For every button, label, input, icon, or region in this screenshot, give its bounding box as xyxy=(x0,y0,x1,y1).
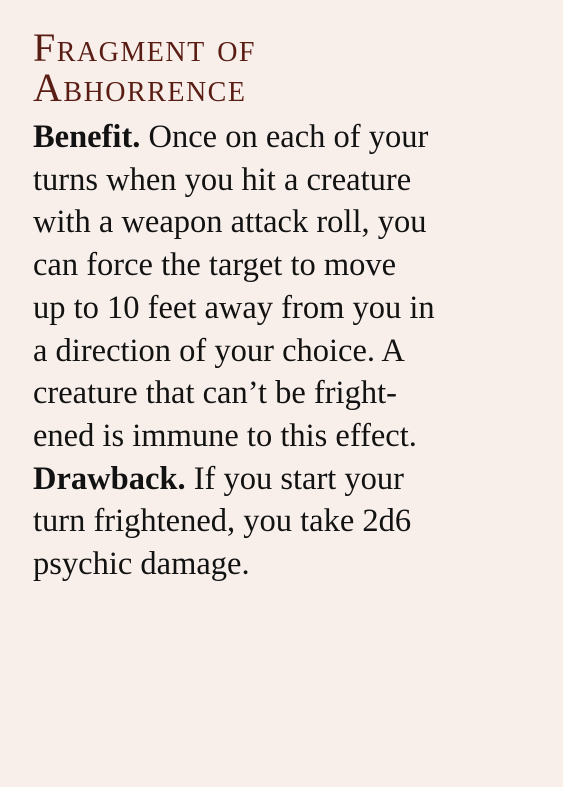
card-title: Fragment of Abhorrence xyxy=(33,28,543,108)
benefit-line-3: with a weapon attack roll, you xyxy=(33,204,427,241)
benefit-line-6: a direction of your choice. A xyxy=(33,332,405,369)
benefit-line-7: creature that can’t be fright- xyxy=(33,375,397,412)
benefit-label: Benefit. xyxy=(33,119,141,155)
drawback-line-3: psychic damage. xyxy=(33,546,250,583)
benefit-entry: Benefit. Once on each of your turns when… xyxy=(33,116,543,458)
benefit-line-1: Benefit. Once on each of your xyxy=(33,116,543,159)
benefit-line-5: up to 10 feet away from you in xyxy=(33,289,435,326)
benefit-line-4: can force the target to move xyxy=(33,247,397,284)
drawback-text-1: If you start your xyxy=(193,460,405,497)
drawback-entry: Drawback. If you start your turn frighte… xyxy=(33,458,543,586)
benefit-text-1: Once on each of your xyxy=(148,119,429,155)
drawback-line-1: Drawback. If you start your xyxy=(33,458,543,501)
drawback-line-2: turn frightened, you take 2d6 xyxy=(33,503,412,540)
card-title-line-2: Abhorrence xyxy=(33,65,247,110)
benefit-line-8: ened is immune to this effect. xyxy=(33,417,417,454)
benefit-line-2: turns when you hit a creature xyxy=(33,161,412,198)
fragment-card: Fragment of Abhorrence Benefit. Once on … xyxy=(0,0,563,787)
drawback-label: Drawback. xyxy=(33,460,186,497)
card-title-line-1: Fragment of xyxy=(33,25,256,70)
